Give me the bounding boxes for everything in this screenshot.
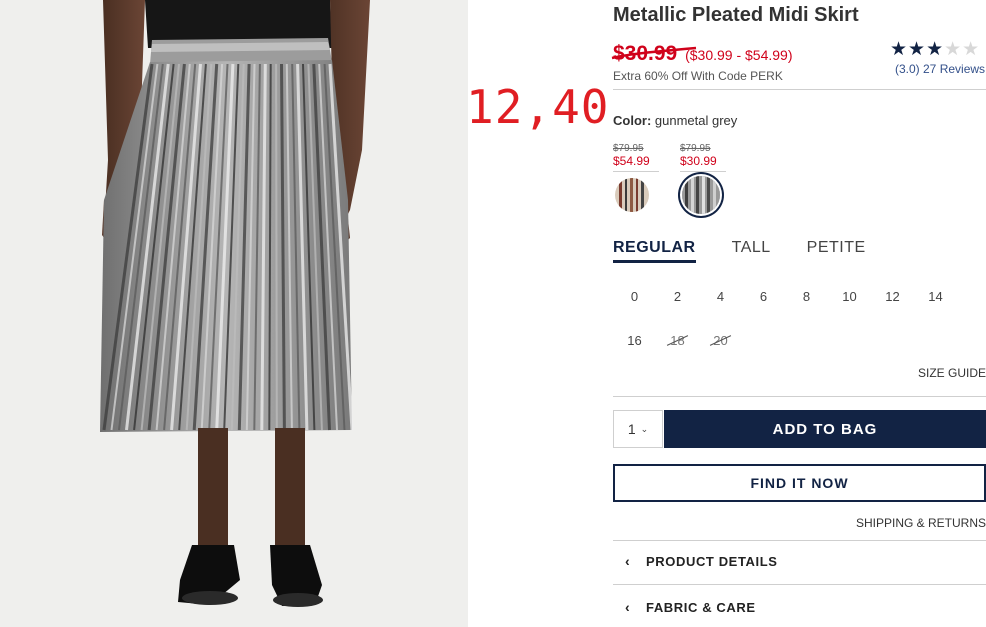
divider — [613, 89, 986, 90]
chevron-left-icon: ‹ — [625, 553, 631, 569]
swatch-now-price: $30.99 — [680, 154, 717, 168]
color-label-key: Color: — [613, 113, 652, 128]
add-to-bag-button[interactable]: ADD TO BAG — [664, 410, 986, 448]
product-details-panel: Metallic Pleated Midi Skirt $30.99 ($30.… — [611, 0, 986, 627]
product-image — [0, 0, 468, 627]
handwritten-price-annotation: 12,40 — [466, 80, 610, 134]
size-option[interactable]: 16 — [613, 330, 656, 352]
size-option[interactable]: 14 — [914, 286, 957, 308]
size-option[interactable]: 12 — [871, 286, 914, 308]
divider — [613, 540, 986, 541]
size-option-unavailable[interactable]: 20 — [699, 330, 742, 352]
tab-tall[interactable]: TALL — [732, 239, 771, 263]
accordion-label: PRODUCT DETAILS — [646, 553, 778, 569]
size-guide-link[interactable]: SIZE GUIDE — [918, 366, 986, 380]
promo-text: Extra 60% Off With Code PERK — [613, 69, 783, 83]
quantity-select[interactable]: 1 ⌄ — [613, 410, 663, 448]
find-it-now-button[interactable]: FIND IT NOW — [613, 464, 986, 502]
size-option[interactable]: 10 — [828, 286, 871, 308]
swatch-gunmetal-grey[interactable] — [682, 176, 720, 214]
chevron-left-icon: ‹ — [625, 599, 631, 615]
tab-petite[interactable]: PETITE — [807, 239, 866, 263]
shipping-returns-link[interactable]: SHIPPING & RETURNS — [856, 516, 986, 530]
color-value: gunmetal grey — [654, 113, 738, 128]
price-strike-scribble — [611, 46, 697, 60]
product-details-accordion[interactable]: ‹ PRODUCT DETAILS — [613, 543, 986, 579]
swatch-price-striped: $79.95 $54.99 — [613, 143, 659, 172]
divider — [613, 396, 986, 397]
rating-count[interactable]: (3.0) 27 Reviews — [895, 62, 985, 76]
original-price: $30.99 — [611, 42, 697, 65]
fabric-care-accordion[interactable]: ‹ FABRIC & CARE — [613, 589, 986, 625]
accordion-label: FABRIC & CARE — [646, 599, 756, 615]
size-option-unavailable[interactable]: 18 — [656, 330, 699, 352]
skirt-photo — [0, 0, 468, 627]
swatch-now-price: $54.99 — [613, 154, 650, 168]
quantity-value: 1 — [627, 421, 636, 437]
product-title: Metallic Pleated Midi Skirt — [613, 4, 859, 26]
chevron-down-icon: ⌄ — [640, 423, 649, 434]
divider — [613, 584, 986, 585]
size-option[interactable]: 4 — [699, 286, 742, 308]
swatch-price-gunmetal: $79.95 $30.99 — [680, 143, 726, 172]
size-option[interactable]: 8 — [785, 286, 828, 308]
tab-regular[interactable]: REGULAR — [613, 239, 696, 263]
size-option[interactable]: 2 — [656, 286, 699, 308]
size-selector: 0 2 4 6 8 10 12 14 16 18 20 — [613, 286, 973, 352]
price-range: ($30.99 - $54.99) — [685, 47, 793, 63]
price-row: $30.99 ($30.99 - $54.99) — [611, 42, 793, 66]
fit-tabs: REGULAR TALL PETITE — [613, 239, 866, 263]
size-option[interactable]: 0 — [613, 286, 656, 308]
rating[interactable]: ★★★★★ (3.0) 27 Reviews — [890, 40, 986, 78]
color-label: Color: gunmetal grey — [613, 113, 737, 128]
size-option[interactable]: 6 — [742, 286, 785, 308]
rating-stars-icon: ★★★★★ — [890, 39, 981, 60]
swatch-striped[interactable] — [615, 178, 649, 212]
